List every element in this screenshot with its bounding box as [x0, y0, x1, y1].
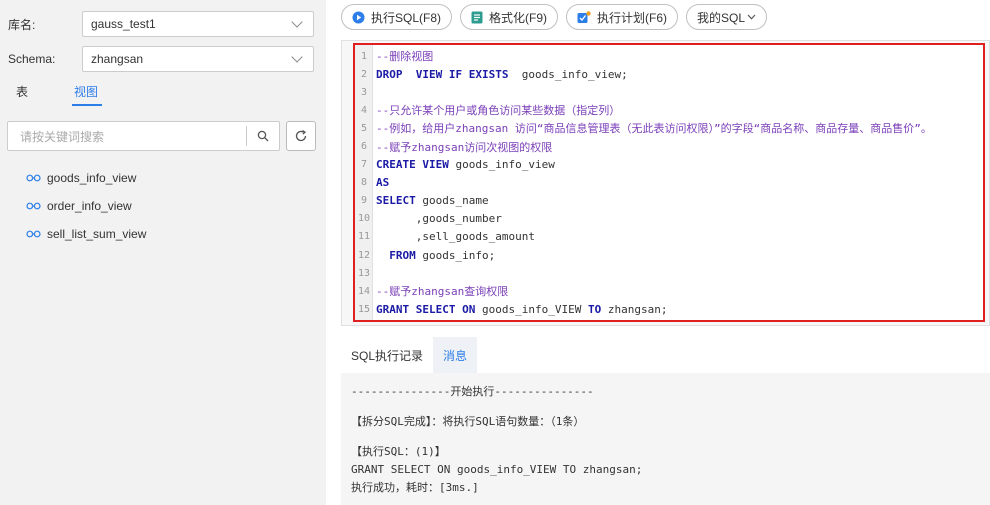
line-number: 3 — [360, 86, 368, 98]
list-item[interactable]: order_info_view — [26, 192, 146, 220]
object-browser-panel: 库名: gauss_test1 Schema: zhangsan 表 视图 请按… — [0, 0, 326, 505]
console-exec-sql: GRANT SELECT ON goods_info_VIEW TO zhang… — [351, 463, 643, 476]
code-line: 9 SELECT goods_name — [355, 192, 983, 210]
view-icon — [26, 174, 41, 182]
code-line: 10 ,goods_number — [355, 210, 983, 228]
refresh-icon — [295, 130, 307, 142]
search-icon — [257, 130, 269, 142]
line-number: 14 — [357, 285, 371, 297]
database-label: 库名: — [8, 17, 36, 32]
code-line: 3 — [355, 83, 983, 101]
line-number: 6 — [360, 141, 368, 153]
code-text: ,goods_number — [376, 212, 502, 226]
code-text: --删除视图 — [376, 50, 434, 64]
format-icon — [471, 11, 483, 23]
code-text: ,sell_goods_amount — [376, 230, 535, 244]
code-line: 12 FROM goods_info; — [355, 246, 983, 264]
code-line: 5 --例如，给用户zhangsan 访问“商品信息管理表（无此表访问权限）”的字… — [355, 119, 983, 137]
code-line: 11 ,sell_goods_amount — [355, 228, 983, 246]
my-sql-label: 我的SQL — [697, 10, 746, 25]
database-select[interactable]: gauss_test1 — [82, 11, 314, 37]
code-text: --赋予zhangsan查询权限 — [376, 285, 509, 299]
code-line: 1 --删除视图 — [355, 47, 983, 65]
line-number: 2 — [360, 68, 368, 80]
code-line: 4 --只允许某个用户或角色访问某些数据（指定列） — [355, 101, 983, 119]
search-input[interactable]: 请按关键词搜索 — [8, 128, 246, 145]
view-icon — [26, 230, 41, 238]
view-name: order_info_view — [47, 199, 132, 213]
execution-plan-button[interactable]: 执行计划(F6) — [566, 4, 679, 30]
code-line: 13 — [355, 264, 983, 282]
list-item[interactable]: sell_list_sum_view — [26, 220, 146, 248]
console-split-line: 【拆分SQL完成】：将执行SQL语句数量：（1条） — [351, 415, 585, 428]
play-icon — [352, 11, 365, 23]
tab-messages[interactable]: 消息 — [433, 337, 478, 373]
line-number: 10 — [357, 213, 371, 225]
line-number: 7 — [360, 159, 368, 171]
code-text: --只允许某个用户或角色访问某些数据（指定列） — [376, 104, 621, 118]
console-exec-header: 【执行SQL：(1)】 — [351, 445, 446, 458]
database-row: 库名: gauss_test1 — [8, 10, 314, 38]
code-text: DROP VIEW IF EXISTS goods_info_view; — [376, 67, 628, 81]
schema-label: Schema: — [8, 52, 56, 66]
code-line: 15 GRANT SELECT ON goods_info_VIEW TO zha… — [355, 300, 983, 318]
chevron-down-icon — [291, 16, 303, 28]
code-text: AS — [376, 176, 390, 190]
code-lines: 1 --删除视图 2 DROP VIEW IF EXISTS goods_info_… — [355, 47, 983, 318]
line-number: 13 — [357, 267, 371, 279]
format-button[interactable]: 格式化(F9) — [460, 4, 559, 30]
schema-row: Schema: zhangsan — [8, 45, 314, 73]
view-icon — [26, 202, 41, 210]
code-text: GRANT SELECT ON goods_info_VIEW TO zhang… — [376, 302, 668, 316]
line-number: 4 — [360, 104, 368, 116]
console-result: 执行成功，耗时：[3ms.] — [351, 481, 479, 494]
message-console: ---------------开始执行--------------- 【拆分SQ… — [341, 373, 990, 505]
format-label: 格式化(F9) — [489, 10, 548, 25]
my-sql-dropdown[interactable]: 我的SQL — [686, 4, 768, 30]
code-line: 6 --赋予zhangsan访问次视图的权限 — [355, 137, 983, 155]
database-value: gauss_test1 — [91, 17, 156, 31]
run-sql-label: 执行SQL(F8) — [371, 10, 442, 25]
console-start-line: ---------------开始执行--------------- — [351, 385, 594, 398]
line-number: 11 — [357, 231, 371, 243]
view-name: goods_info_view — [47, 171, 137, 185]
line-number: 1 — [360, 50, 368, 62]
code-text: --例如，给用户zhangsan 访问“商品信息管理表（无此表访问权限）”的字段… — [376, 122, 932, 136]
tab-views[interactable]: 视图 — [72, 83, 103, 106]
tab-tables[interactable]: 表 — [16, 83, 28, 106]
search-button[interactable] — [247, 122, 279, 150]
list-item[interactable]: goods_info_view — [26, 164, 146, 192]
code-line: 2 DROP VIEW IF EXISTS goods_info_view; — [355, 65, 983, 83]
view-list: goods_info_view order_info_view sell_lis… — [26, 164, 146, 248]
code-line: 14 --赋予zhangsan查询权限 — [355, 282, 983, 300]
line-number: 9 — [360, 195, 368, 207]
refresh-button[interactable] — [286, 121, 316, 151]
code-text: --赋予zhangsan访问次视图的权限 — [376, 140, 553, 154]
search-box: 请按关键词搜索 — [7, 121, 280, 151]
chevron-down-icon — [747, 14, 756, 20]
execution-plan-label: 执行计划(F6) — [597, 10, 668, 25]
execution-plan-icon — [577, 10, 591, 23]
view-name: sell_list_sum_view — [47, 227, 147, 241]
code-text: SELECT goods_name — [376, 194, 489, 208]
code-line: 7 CREATE VIEW goods_info_view — [355, 156, 983, 174]
schema-value: zhangsan — [91, 52, 144, 66]
code-line: 8 AS — [355, 174, 983, 192]
tab-sql-history[interactable]: SQL执行记录 — [341, 337, 433, 373]
sql-editor[interactable]: 1 --删除视图 2 DROP VIEW IF EXISTS goods_info_… — [353, 43, 985, 322]
run-sql-button[interactable]: 执行SQL(F8) — [341, 4, 453, 30]
line-number: 15 — [357, 303, 371, 315]
line-number: 12 — [357, 249, 371, 261]
result-tabs: SQL执行记录 消息 — [341, 337, 478, 373]
code-text: CREATE VIEW goods_info_view — [376, 158, 555, 172]
object-type-tabs: 表 视图 — [16, 83, 146, 106]
code-text: FROM goods_info; — [389, 248, 496, 262]
sql-toolbar: 执行SQL(F8) 格式化(F9) 执行计划(F6) 我的SQL — [341, 4, 768, 30]
line-number: 5 — [360, 122, 368, 134]
chevron-down-icon — [291, 51, 303, 63]
line-number: 8 — [360, 177, 368, 189]
schema-select[interactable]: zhangsan — [82, 46, 314, 72]
